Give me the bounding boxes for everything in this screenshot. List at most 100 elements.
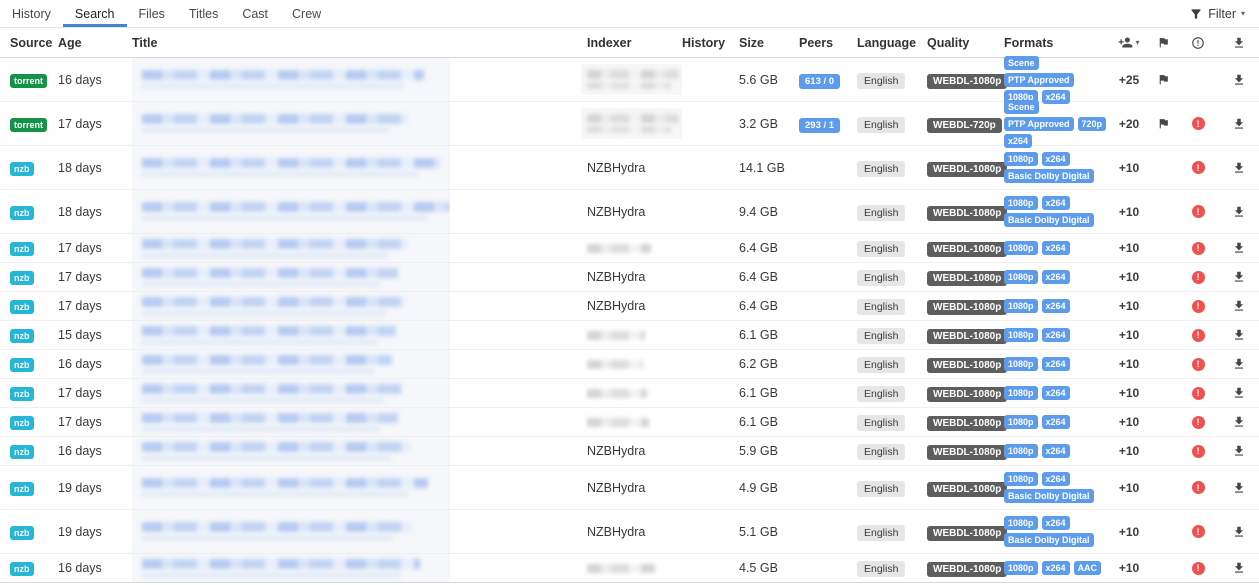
rejection-icon[interactable]: ! — [1192, 358, 1205, 371]
protocol-badge: nzb — [10, 562, 34, 576]
format-badge: 1080p — [1004, 196, 1038, 210]
download-button[interactable] — [1219, 444, 1259, 458]
rejection-icon[interactable]: ! — [1192, 562, 1205, 575]
download-button[interactable] — [1219, 270, 1259, 284]
download-button[interactable] — [1219, 205, 1259, 219]
header-rejections[interactable] — [1177, 36, 1219, 50]
result-row: torrent16 days5.6 GB613 / 0EnglishWEBDL-… — [0, 58, 1259, 102]
title-cell — [122, 190, 587, 233]
rejection-cell[interactable]: ! — [1177, 242, 1219, 255]
download-button[interactable] — [1219, 481, 1259, 495]
size-cell: 4.5 GB — [739, 561, 799, 575]
title-cell — [122, 466, 587, 509]
quality-cell: WEBDL-1080p — [927, 270, 1004, 284]
size-cell: 6.4 GB — [739, 270, 799, 284]
redacted-indexer — [587, 331, 682, 340]
header-size[interactable]: Size — [739, 36, 799, 50]
header-download[interactable] — [1219, 36, 1259, 50]
title-cell — [122, 102, 587, 145]
filter-button[interactable]: Filter ▾ — [1189, 0, 1259, 27]
protocol-badge: nzb — [10, 416, 34, 430]
header-age[interactable]: Age — [58, 36, 122, 50]
format-badge: 1080p — [1004, 386, 1038, 400]
download-button[interactable] — [1219, 415, 1259, 429]
rejection-cell[interactable]: ! — [1177, 358, 1219, 371]
header-history[interactable]: History — [682, 36, 739, 50]
tab-cast[interactable]: Cast — [230, 0, 280, 27]
rejection-icon[interactable]: ! — [1192, 416, 1205, 429]
rejection-cell[interactable]: ! — [1177, 387, 1219, 400]
rejection-icon[interactable]: ! — [1192, 242, 1205, 255]
rejection-cell[interactable]: ! — [1177, 562, 1219, 575]
language-cell: English — [857, 415, 927, 429]
tab-files[interactable]: Files — [127, 0, 177, 27]
source-cell: nzb — [0, 357, 58, 371]
funnel-icon — [1189, 7, 1203, 21]
age-cell: 18 days — [58, 161, 122, 175]
score-cell: +10 — [1109, 299, 1149, 313]
download-button[interactable] — [1219, 117, 1259, 131]
header-formats[interactable]: Formats — [1004, 36, 1109, 50]
quality-badge: WEBDL-1080p — [927, 562, 1007, 577]
rejection-icon[interactable]: ! — [1192, 445, 1205, 458]
download-button[interactable] — [1219, 299, 1259, 313]
rejection-icon[interactable]: ! — [1192, 271, 1205, 284]
rejection-cell[interactable]: ! — [1177, 300, 1219, 313]
score-cell: +10 — [1109, 241, 1149, 255]
download-button[interactable] — [1219, 561, 1259, 575]
format-badge: Basic Dolby Digital — [1004, 169, 1094, 183]
quality-cell: WEBDL-720p — [927, 117, 1004, 131]
tab-crew[interactable]: Crew — [280, 0, 333, 27]
result-row: nzb16 days6.2 GBEnglishWEBDL-1080p1080px… — [0, 350, 1259, 379]
download-button[interactable] — [1219, 357, 1259, 371]
rejection-cell[interactable]: ! — [1177, 481, 1219, 494]
download-button[interactable] — [1219, 161, 1259, 175]
header-title[interactable]: Title — [122, 28, 587, 57]
header-peers[interactable]: Peers — [799, 36, 857, 50]
download-button[interactable] — [1219, 386, 1259, 400]
tab-history[interactable]: History — [0, 0, 63, 27]
rejection-icon[interactable]: ! — [1192, 161, 1205, 174]
quality-cell: WEBDL-1080p — [927, 357, 1004, 371]
rejection-cell[interactable]: ! — [1177, 525, 1219, 538]
header-language[interactable]: Language — [857, 36, 927, 50]
tab-search[interactable]: Search — [63, 0, 127, 27]
rejection-icon[interactable]: ! — [1192, 525, 1205, 538]
redacted-indexer — [587, 418, 682, 427]
rejection-cell[interactable]: ! — [1177, 117, 1219, 130]
source-cell: nzb — [0, 525, 58, 539]
age-cell: 19 days — [58, 525, 122, 539]
rejection-cell[interactable]: ! — [1177, 271, 1219, 284]
download-button[interactable] — [1219, 241, 1259, 255]
rejection-cell[interactable]: ! — [1177, 205, 1219, 218]
protocol-badge: nzb — [10, 271, 34, 285]
header-source[interactable]: Source — [0, 36, 58, 50]
rejection-icon[interactable]: ! — [1192, 300, 1205, 313]
header-score[interactable]: ▾ — [1109, 35, 1149, 50]
rejection-icon[interactable]: ! — [1192, 481, 1205, 494]
language-badge: English — [857, 525, 905, 541]
rejection-icon[interactable]: ! — [1192, 329, 1205, 342]
download-button[interactable] — [1219, 525, 1259, 539]
format-badge: 720p — [1078, 117, 1107, 131]
size-cell: 6.1 GB — [739, 328, 799, 342]
header-indexer[interactable]: Indexer — [587, 36, 682, 50]
header-quality[interactable]: Quality — [927, 36, 1004, 50]
flag-icon — [1157, 73, 1170, 86]
rejection-cell[interactable]: ! — [1177, 161, 1219, 174]
redacted-title — [132, 510, 450, 553]
rejection-cell[interactable]: ! — [1177, 445, 1219, 458]
tab-titles[interactable]: Titles — [177, 0, 230, 27]
language-cell: English — [857, 386, 927, 400]
download-button[interactable] — [1219, 328, 1259, 342]
rejection-icon[interactable]: ! — [1192, 387, 1205, 400]
download-button[interactable] — [1219, 73, 1259, 87]
download-icon — [1232, 444, 1246, 458]
rejection-icon[interactable]: ! — [1192, 117, 1205, 130]
rejection-icon[interactable]: ! — [1192, 205, 1205, 218]
size-cell: 4.9 GB — [739, 481, 799, 495]
rejection-cell[interactable]: ! — [1177, 416, 1219, 429]
header-flag[interactable] — [1149, 36, 1177, 49]
rejection-cell[interactable]: ! — [1177, 329, 1219, 342]
redacted-indexer — [587, 389, 682, 398]
